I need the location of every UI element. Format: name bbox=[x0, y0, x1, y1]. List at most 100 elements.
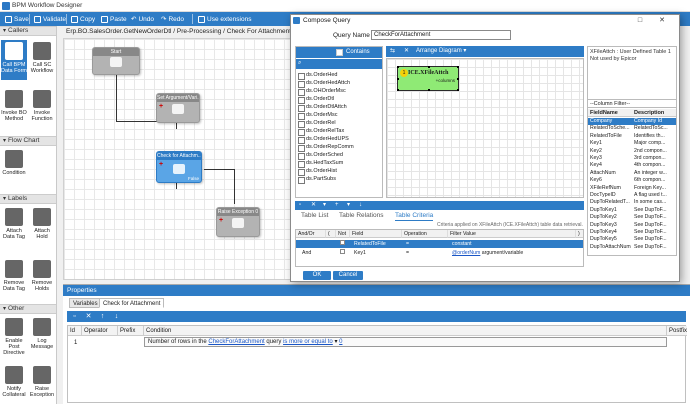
properties-panel: Properties Variables Check for Attachmen… bbox=[63, 284, 690, 404]
condition-editor[interactable]: Number of rows in the CheckForAttachment… bbox=[144, 337, 667, 347]
flow-chart-header[interactable]: ▾ Flow Chart bbox=[0, 136, 56, 146]
table-list-item[interactable]: ds.OrderSched bbox=[296, 151, 382, 160]
start-node[interactable]: Start bbox=[92, 47, 140, 75]
raise-exception-item[interactable]: Raise Exception bbox=[29, 366, 55, 398]
field-row[interactable]: Company Company Id bbox=[588, 118, 676, 126]
query-link[interactable]: CheckForAttachment bbox=[208, 339, 264, 345]
field-row[interactable]: DupToKey5 See DupToF... bbox=[588, 236, 676, 243]
field-row[interactable]: Key1 Major comp... bbox=[588, 140, 676, 147]
table-list-item[interactable]: ds.OrderDtlAttch bbox=[296, 103, 382, 112]
table-node[interactable]: 1 ICE.XFileAttch +columns bbox=[397, 66, 459, 91]
call-sc-workflow-item[interactable]: Call SC Workflow bbox=[29, 42, 55, 74]
remove-holds-item[interactable]: Remove Holds bbox=[29, 260, 55, 292]
close-icon[interactable]: ✕ bbox=[655, 15, 669, 26]
tab-table-criteria[interactable]: Table Criteria bbox=[395, 211, 434, 221]
arrow-down-icon[interactable]: ▾ bbox=[323, 201, 326, 210]
copy-button[interactable]: Copy bbox=[68, 13, 98, 25]
invoke-bo-method-item[interactable]: Invoke BO Method bbox=[1, 90, 27, 122]
tab-variables[interactable]: Variables bbox=[69, 298, 102, 308]
query-diagram[interactable]: 1 ICE.XFileAttch +columns bbox=[386, 58, 584, 198]
contains-checkbox[interactable] bbox=[336, 49, 343, 56]
arrange-diagram-button[interactable]: Arrange Diagram ▾ bbox=[416, 46, 466, 57]
maximize-icon[interactable]: □ bbox=[633, 15, 647, 26]
workflow-canvas[interactable]: Start Set Argument/Vari... + Check for A… bbox=[63, 38, 293, 280]
new-icon[interactable]: ▫ bbox=[299, 201, 301, 210]
not-checkbox[interactable] bbox=[340, 240, 345, 245]
table-list-item[interactable]: ds.OrderHedUPS bbox=[296, 135, 382, 144]
tab-table-relations[interactable]: Table Relations bbox=[339, 211, 383, 220]
tab-check-for-attachment[interactable]: Check for Attachment bbox=[99, 298, 165, 308]
field-row[interactable]: RelatedToSche... RelatedToSc... bbox=[588, 125, 676, 132]
save-button[interactable]: Save bbox=[2, 13, 32, 25]
call-bpm-data-form-item[interactable]: Call BPM Data Form bbox=[1, 40, 27, 80]
undo-button[interactable]: ↶ Undo bbox=[128, 13, 157, 25]
field-row[interactable]: Key6 6th compon... bbox=[588, 177, 676, 184]
table-list-item[interactable]: ds.OrderDtl bbox=[296, 95, 382, 104]
field-row[interactable]: Key4 4th compon... bbox=[588, 162, 676, 169]
delete-icon[interactable]: ✕ bbox=[311, 201, 316, 210]
column-filter[interactable]: --Column Filter-- bbox=[588, 99, 676, 108]
set-argument-node[interactable]: Set Argument/Vari... + bbox=[156, 93, 200, 123]
log-message-item[interactable]: Log Message bbox=[29, 318, 55, 350]
table-list-item[interactable]: ds.OrderRel bbox=[296, 119, 382, 128]
condition-item[interactable]: Condition bbox=[1, 150, 27, 176]
table-list-item[interactable]: ds.OrderHist bbox=[296, 167, 382, 176]
table-list-item[interactable]: ds.PartSubs bbox=[296, 175, 382, 184]
arrow-down-icon[interactable]: ↓ bbox=[113, 313, 120, 320]
field-row[interactable]: Key3 3rd compon... bbox=[588, 155, 676, 162]
remove-data-tag-item[interactable]: Remove Data Tag bbox=[1, 260, 27, 292]
redo-button[interactable]: ↷ Redo bbox=[158, 13, 187, 25]
callers-header[interactable]: ▾ Callers bbox=[0, 26, 56, 36]
link-icon[interactable]: ⇆ bbox=[390, 46, 395, 57]
query-name-input[interactable]: CheckForAttachment bbox=[371, 30, 511, 40]
table-list-item[interactable]: ds.OrderRepComm bbox=[296, 143, 382, 152]
attach-data-tag-item[interactable]: Attach Data Tag bbox=[1, 208, 27, 240]
delete-icon[interactable]: ✕ bbox=[85, 313, 92, 320]
enable-post-directive-item[interactable]: Enable Post Directive bbox=[1, 318, 27, 356]
tab-table-list[interactable]: Table List bbox=[301, 211, 328, 220]
use-extensions-button[interactable]: Use extensions bbox=[195, 13, 254, 25]
field-row[interactable]: DupToKey1 See DupToF... bbox=[588, 207, 676, 214]
invoke-function-item[interactable]: Invoke Function bbox=[29, 90, 55, 122]
attach-hold-item[interactable]: Attach Hold bbox=[29, 208, 55, 240]
arrow-up-icon[interactable]: ↑ bbox=[99, 313, 106, 320]
table-list-item[interactable]: ds.OHOrderMsc bbox=[296, 87, 382, 96]
table-list-item[interactable]: ds.OrderMsc bbox=[296, 111, 382, 120]
validate-button[interactable]: Validate bbox=[31, 13, 69, 25]
table-search-bar[interactable]: ⌕ bbox=[296, 59, 382, 69]
table-list-item[interactable]: ds.HedTaxSum bbox=[296, 159, 382, 168]
notify-collateral-item[interactable]: Notify Collateral bbox=[1, 366, 27, 398]
field-row[interactable]: Key2 2nd compon... bbox=[588, 148, 676, 155]
filter-value-link[interactable]: @orderNum bbox=[452, 250, 480, 256]
operator-link[interactable]: is more or equal to bbox=[283, 339, 333, 345]
field-row[interactable]: AttachNum An integer w... bbox=[588, 170, 676, 177]
field-row[interactable]: XFileRefNum Foreign Key... bbox=[588, 185, 676, 192]
move-down-icon[interactable]: ▾ bbox=[347, 201, 350, 210]
labels-header[interactable]: ▾ Labels bbox=[0, 194, 56, 204]
table-list-item[interactable]: ds.OrderRelTax bbox=[296, 127, 382, 136]
not-checkbox[interactable] bbox=[340, 249, 345, 254]
value-link[interactable]: 0 bbox=[339, 339, 342, 345]
cancel-button[interactable]: Cancel bbox=[333, 271, 363, 280]
field-row[interactable]: DupToRelatedT... In some cas... bbox=[588, 199, 676, 206]
raise-exception-node[interactable]: Raise Exception 0 + bbox=[216, 207, 260, 237]
field-row[interactable]: DupToKey2 See DupToF... bbox=[588, 214, 676, 221]
delete-icon[interactable]: ✕ bbox=[404, 46, 409, 57]
check-for-attachment-node[interactable]: Check for Attachm... + False bbox=[156, 151, 202, 183]
field-row[interactable]: DupToKey3 See DupToF... bbox=[588, 222, 676, 229]
table-list-item[interactable]: ds.OrderHedAttch bbox=[296, 79, 382, 88]
new-row-icon[interactable]: ▫ bbox=[71, 313, 78, 320]
dropdown-icon[interactable]: ▾ bbox=[334, 339, 337, 345]
ok-button[interactable]: OK bbox=[303, 271, 331, 280]
arrow-up-icon[interactable]: + bbox=[335, 201, 339, 210]
criteria-row[interactable]: RelatedToFile = constant bbox=[296, 240, 583, 248]
criteria-row[interactable]: And Key1 = @orderNum argument/variable bbox=[296, 249, 583, 257]
paste-button[interactable]: Paste bbox=[98, 13, 130, 25]
field-row[interactable]: DocTypeID A flag used t... bbox=[588, 192, 676, 199]
other-header[interactable]: ▾ Other bbox=[0, 304, 56, 314]
field-row[interactable]: DupToKey4 See DupToF... bbox=[588, 229, 676, 236]
field-row[interactable]: DupToAttachNum See DupToF... bbox=[588, 244, 676, 251]
table-list-item[interactable]: ds.OrderHed bbox=[296, 71, 382, 80]
move-icon[interactable]: ↓ bbox=[359, 201, 362, 210]
field-row[interactable]: RelatedToFile Identifies th... bbox=[588, 133, 676, 140]
